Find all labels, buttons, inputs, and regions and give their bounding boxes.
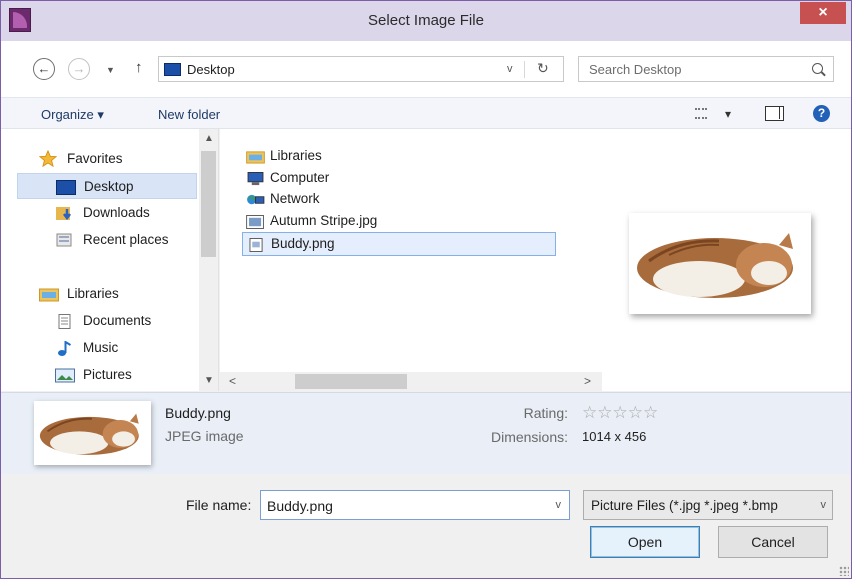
search-box[interactable]: Search Desktop — [578, 56, 834, 82]
sidebar-item-label: Recent places — [83, 232, 169, 247]
bottom-bar: File name: Buddy.png v Picture Files (*.… — [1, 474, 851, 578]
recent-locations-dropdown[interactable]: ▼ — [106, 65, 115, 75]
documents-icon — [58, 314, 71, 329]
sleeping-cat-thumbnail — [39, 413, 139, 455]
resize-grip-icon[interactable] — [839, 566, 849, 576]
address-bar[interactable]: Desktop v ↻ — [158, 56, 564, 82]
file-list: Libraries Computer Network Autumn Stripe… — [220, 129, 602, 391]
sidebar-item-label: Documents — [83, 313, 152, 328]
sidebar-item-recent-places[interactable]: Recent places — [17, 227, 197, 253]
sidebar-item-downloads[interactable]: Downloads — [17, 200, 197, 226]
file-name-field[interactable]: Buddy.png v — [260, 490, 570, 520]
file-thumbnail — [34, 401, 151, 465]
details-pane: Buddy.png JPEG image Rating: ☆☆☆☆☆ Dimen… — [1, 392, 851, 474]
sidebar-item-libraries[interactable]: Libraries — [17, 281, 197, 307]
up-button[interactable]: ↑ — [135, 59, 143, 76]
file-name-label: File name: — [186, 497, 252, 513]
network-icon — [247, 194, 265, 205]
star-icon — [39, 150, 57, 168]
sidebar-item-label: Downloads — [83, 205, 150, 220]
view-dropdown[interactable]: ▾ — [725, 107, 731, 121]
sidebar-item-label: Desktop — [84, 179, 134, 194]
forward-button[interactable]: → — [68, 58, 90, 80]
preview-image — [629, 213, 811, 314]
help-icon[interactable]: ? — [813, 105, 830, 122]
sidebar-item-pictures[interactable]: Pictures — [17, 362, 197, 388]
scroll-right-arrow-icon[interactable]: > — [584, 374, 591, 388]
change-view-icon[interactable] — [695, 108, 707, 119]
music-icon — [58, 341, 72, 356]
address-divider — [524, 61, 525, 78]
chevron-down-icon: v — [820, 499, 827, 511]
scroll-up-arrow-icon[interactable]: ▲ — [204, 133, 214, 144]
preview-pane-icon[interactable] — [765, 106, 784, 121]
dimensions-value: 1014 x 456 — [582, 429, 647, 444]
desktop-icon — [164, 63, 181, 76]
sidebar-item-label: Pictures — [83, 367, 132, 382]
file-scroll-thumb[interactable] — [295, 374, 407, 389]
list-item[interactable]: Network — [242, 188, 320, 212]
file-name-input[interactable]: Buddy.png — [267, 498, 333, 514]
libraries-icon — [39, 288, 59, 302]
search-input[interactable]: Search Desktop — [589, 62, 682, 77]
file-name: Libraries — [270, 148, 322, 163]
chevron-down-icon[interactable]: v — [556, 499, 562, 511]
computer-icon — [247, 172, 264, 186]
sleeping-cat-image — [637, 233, 793, 298]
new-folder-button[interactable]: New folder — [158, 107, 220, 122]
detail-file-name: Buddy.png — [165, 405, 231, 421]
desktop-icon — [56, 180, 76, 195]
scroll-down-arrow-icon[interactable]: ▼ — [204, 375, 214, 386]
rating-stars[interactable]: ☆☆☆☆☆ — [582, 403, 658, 423]
preview-pane — [602, 129, 851, 391]
back-button[interactable]: ← — [33, 58, 55, 80]
file-horizontal-scrollbar[interactable]: < > — [220, 372, 602, 391]
dimensions-label: Dimensions: — [490, 429, 568, 445]
png-file-icon — [249, 238, 263, 252]
file-name: Network — [270, 191, 320, 206]
cancel-button[interactable]: Cancel — [718, 526, 828, 558]
recent-places-icon — [56, 233, 72, 247]
sidebar-item-label: Music — [83, 340, 119, 355]
file-name: Computer — [270, 170, 330, 185]
sidebar-item-label: Libraries — [67, 286, 119, 301]
title-bar: Select Image File × — [1, 1, 851, 41]
downloads-icon — [56, 207, 71, 221]
file-name: Autumn Stripe.jpg — [270, 213, 378, 228]
pictures-icon — [55, 368, 75, 383]
rating-label: Rating: — [523, 405, 568, 421]
file-name: Buddy.png — [271, 236, 335, 251]
sidebar-item-favorites[interactable]: Favorites — [17, 146, 197, 172]
refresh-button[interactable]: ↻ — [537, 60, 549, 77]
sidebar-item-music[interactable]: Music — [17, 335, 197, 361]
navigation-pane: Favorites Desktop Downloads Recent place… — [1, 129, 219, 391]
libraries-icon — [246, 151, 265, 164]
select-image-dialog: Select Image File × ← → ▼ ↑ Desktop v ↻ … — [0, 0, 852, 579]
nav-scroll-thumb[interactable] — [201, 151, 216, 257]
list-item[interactable]: Buddy.png — [242, 232, 556, 256]
dialog-title: Select Image File — [368, 12, 484, 29]
list-item[interactable]: Libraries — [242, 145, 322, 169]
close-button[interactable]: × — [800, 2, 846, 24]
scroll-left-arrow-icon[interactable]: < — [229, 374, 236, 388]
nav-vertical-scrollbar[interactable]: ▲ ▼ — [199, 129, 218, 391]
sidebar-item-desktop[interactable]: Desktop — [17, 173, 197, 199]
address-location[interactable]: Desktop — [187, 62, 235, 77]
search-icon[interactable] — [812, 63, 823, 74]
detail-file-type: JPEG image — [165, 428, 244, 444]
file-type-select[interactable]: Picture Files (*.jpg *.jpeg *.bmp v — [583, 490, 833, 520]
sidebar-item-label: Favorites — [67, 151, 123, 166]
image-file-icon — [246, 215, 264, 229]
list-item[interactable]: Autumn Stripe.jpg — [242, 210, 377, 234]
file-type-value: Picture Files (*.jpg *.jpeg *.bmp — [591, 498, 778, 513]
address-dropdown[interactable]: v — [507, 63, 513, 75]
sidebar-item-documents[interactable]: Documents — [17, 308, 197, 334]
organize-menu[interactable]: Organize ▾ — [41, 107, 104, 123]
open-button[interactable]: Open — [590, 526, 700, 558]
command-bar: Organize ▾ New folder ▾ ? — [1, 97, 851, 129]
